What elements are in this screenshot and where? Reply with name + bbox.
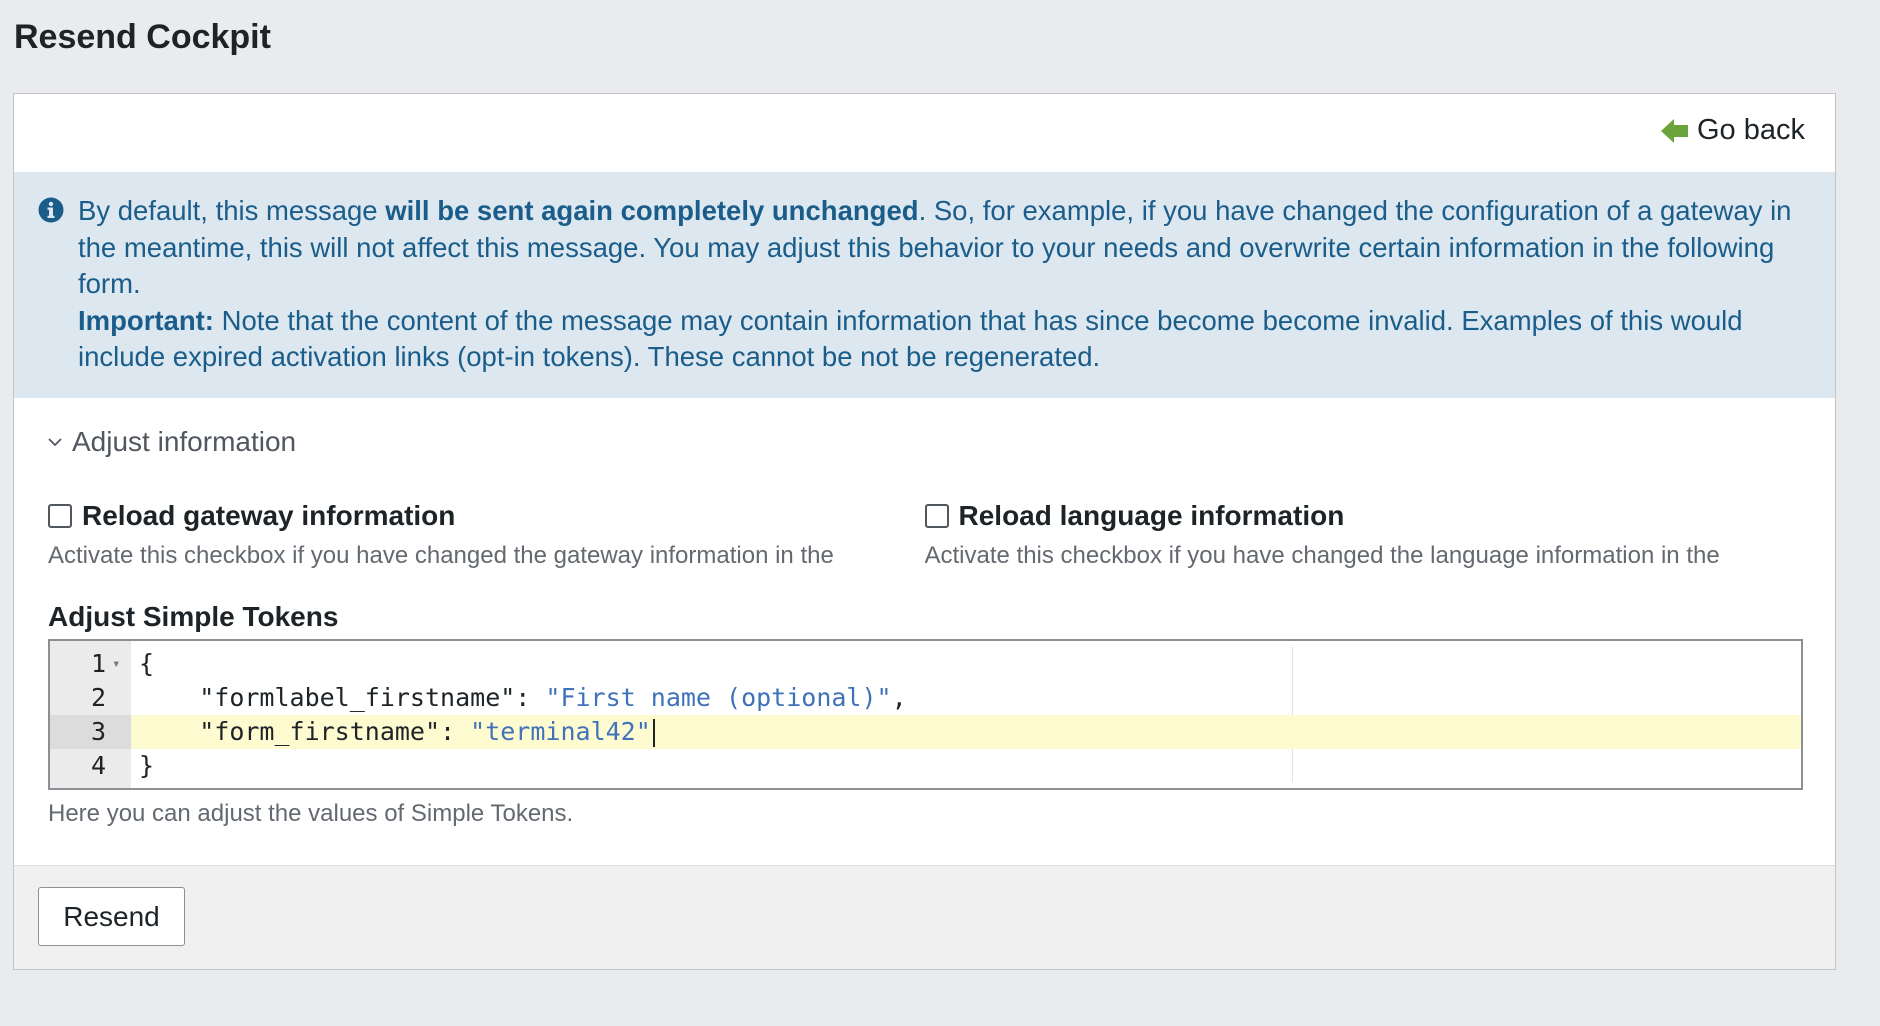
text-cursor: [652, 719, 655, 747]
token-key: "formlabel_firstname": [199, 683, 516, 712]
reload-gateway-label-row[interactable]: Reload gateway information: [48, 500, 925, 532]
resend-button[interactable]: Resend: [38, 887, 185, 946]
reload-gateway-description: Activate this checkbox if you have chang…: [48, 542, 834, 569]
adjust-section: Adjust information Reload gateway inform…: [14, 398, 1835, 828]
line-number: 3: [50, 715, 131, 749]
simple-tokens-editor[interactable]: 1 ▾ { 2 "formlabel_firstname": "First na…: [48, 639, 1803, 790]
reload-gateway-option: Reload gateway information Activate this…: [48, 500, 925, 570]
reload-language-description: Activate this checkbox if you have chang…: [924, 542, 1720, 569]
go-back-label: Go back: [1697, 114, 1805, 146]
simple-tokens-label: Adjust Simple Tokens: [48, 601, 339, 632]
panel-header: Go back: [14, 94, 1835, 172]
code-text: }: [139, 751, 155, 780]
arrow-left-icon: [1661, 118, 1689, 144]
token-key: "form_firstname": [199, 717, 441, 746]
notice-emphasis: will be sent again completely unchanged: [385, 195, 919, 226]
panel-footer: Resend: [14, 865, 1835, 969]
resend-panel: Go back By default, this message will be…: [13, 93, 1836, 970]
reload-language-option: Reload language information Activate thi…: [924, 500, 1802, 570]
reload-options: Reload gateway information Activate this…: [48, 500, 1801, 570]
code-text: {: [139, 649, 155, 678]
simple-tokens-help: Here you can adjust the values of Simple…: [48, 800, 574, 827]
reload-language-checkbox[interactable]: [924, 504, 949, 528]
adjust-information-label: Adjust information: [72, 426, 297, 457]
token-value: "First name (optional)": [545, 683, 892, 712]
editor-line-active: 3 "form_firstname": "terminal42": [50, 715, 1801, 749]
editor-line: 4 }: [50, 749, 1801, 783]
info-notice: By default, this message will be sent ag…: [14, 172, 1835, 398]
line-number: 2: [90, 683, 106, 712]
token-value: "terminal42": [470, 717, 651, 746]
adjust-information-toggle[interactable]: Adjust information: [48, 398, 1801, 458]
reload-language-label-row[interactable]: Reload language information: [924, 500, 1802, 532]
reload-language-label: Reload language information: [958, 500, 1345, 531]
chevron-down-icon: [48, 437, 62, 447]
line-number: 4: [90, 751, 106, 780]
page-title: Resend Cockpit: [14, 18, 271, 56]
reload-gateway-label: Reload gateway information: [82, 500, 456, 531]
editor-line: 2 "formlabel_firstname": "First name (op…: [50, 681, 1801, 715]
line-number: 1: [90, 649, 106, 678]
important-label: Important:: [78, 304, 214, 336]
fold-arrow-icon[interactable]: ▾: [112, 647, 120, 681]
info-icon: [38, 196, 64, 233]
code-text: "formlabel_firstname": "First name (opti…: [199, 683, 907, 712]
reload-gateway-checkbox[interactable]: [48, 504, 72, 528]
notice-important: Important: Note that the content of the …: [78, 304, 1743, 373]
notice-text: By default, this message will be sent ag…: [78, 195, 1792, 300]
editor-line: 1 ▾ {: [50, 647, 1801, 681]
code-text: "form_firstname": "terminal42": [139, 715, 655, 749]
go-back-link[interactable]: Go back: [1661, 114, 1805, 147]
